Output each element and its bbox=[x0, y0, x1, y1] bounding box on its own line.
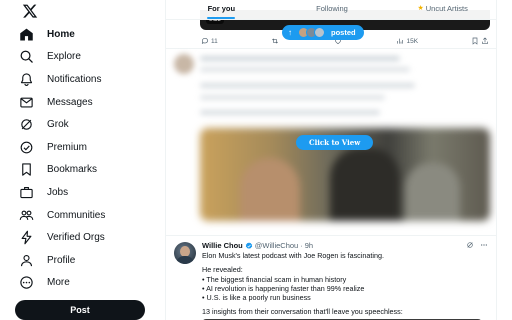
blurred-text bbox=[200, 95, 385, 100]
views-icon bbox=[397, 38, 404, 44]
tweet-line: He revealed: bbox=[202, 265, 243, 275]
post-button[interactable]: Post bbox=[15, 300, 145, 320]
timeline-tabs: For you Following ★ Uncut Artists bbox=[166, 0, 496, 20]
avatar bbox=[314, 27, 325, 38]
tab-for-you[interactable]: For you bbox=[166, 0, 277, 19]
tab-uncut-artists[interactable]: ★ Uncut Artists bbox=[387, 0, 496, 19]
reply-button[interactable]: 11 bbox=[201, 36, 218, 46]
bell-icon bbox=[18, 71, 34, 87]
tweet-header: Willie Chou @WillieChou · 9h bbox=[202, 241, 313, 250]
tweet-line: • AI revolution is happening faster than… bbox=[202, 283, 365, 293]
tweet-line: Elon Musk's latest podcast with Joe Roge… bbox=[202, 251, 384, 260]
avatar bbox=[174, 54, 194, 74]
views-count: 15K bbox=[406, 37, 419, 45]
nav-label: Premium bbox=[47, 141, 88, 153]
nav-explore[interactable]: Explore bbox=[18, 46, 105, 69]
blurred-text bbox=[200, 83, 415, 88]
author-handle[interactable]: @WillieChou bbox=[255, 241, 298, 250]
active-tab-indicator bbox=[207, 17, 236, 19]
divider bbox=[166, 48, 496, 49]
bookmark-icon bbox=[472, 37, 478, 45]
tweet-line: • U.S. is like a poorly run business bbox=[202, 293, 311, 303]
nav-label: Notifications bbox=[47, 73, 102, 85]
person-icon bbox=[18, 252, 34, 268]
author-name[interactable]: Willie Chou bbox=[202, 241, 243, 250]
avatar[interactable] bbox=[174, 242, 196, 264]
nav-jobs[interactable]: Jobs bbox=[18, 181, 105, 204]
nav-label: Jobs bbox=[47, 186, 69, 198]
grok-icon[interactable] bbox=[466, 241, 474, 249]
reply-count: 11 bbox=[211, 37, 218, 45]
posted-label: posted bbox=[331, 28, 356, 37]
nav-label: Verified Orgs bbox=[47, 232, 105, 244]
timeline[interactable]: For you Following ★ Uncut Artists 0:38 ↑… bbox=[165, 0, 497, 320]
views-button[interactable]: 15K bbox=[396, 36, 418, 46]
blurred-text bbox=[200, 110, 380, 115]
search-icon bbox=[18, 49, 34, 65]
home-icon bbox=[18, 26, 34, 42]
separator-dot: · bbox=[300, 241, 303, 250]
tweet-menu bbox=[460, 241, 488, 249]
nav-label: Communities bbox=[47, 209, 106, 221]
nav-home[interactable]: Home bbox=[18, 23, 105, 46]
nav-verified-orgs[interactable]: Verified Orgs bbox=[18, 226, 105, 249]
x-logo-icon[interactable] bbox=[22, 3, 38, 19]
blurred-text bbox=[200, 56, 400, 61]
nav-communities[interactable]: Communities bbox=[18, 204, 105, 227]
tab-label: For you bbox=[207, 4, 236, 13]
arrow-up-icon: ↑ bbox=[288, 28, 292, 37]
nav-messages[interactable]: Messages bbox=[18, 91, 105, 114]
tweet-text: Elon Musk's latest podcast with Joe Roge… bbox=[202, 251, 487, 317]
grok-icon bbox=[18, 117, 34, 133]
nav-notifications[interactable]: Notifications bbox=[18, 68, 105, 91]
envelope-icon bbox=[18, 94, 34, 110]
nav-premium[interactable]: Premium bbox=[18, 136, 105, 159]
nav-label: Profile bbox=[47, 254, 76, 266]
click-to-view-button[interactable]: Click to View bbox=[296, 135, 374, 150]
tab-following[interactable]: Following bbox=[277, 0, 388, 19]
nav-label: Grok bbox=[47, 119, 69, 131]
nav-label: Bookmarks bbox=[47, 164, 98, 176]
lightning-icon bbox=[18, 230, 34, 246]
new-posts-pill[interactable]: ↑ posted bbox=[282, 25, 364, 40]
tweet-line: • The biggest financial scam in human hi… bbox=[202, 274, 347, 284]
nav-profile[interactable]: Profile bbox=[18, 249, 105, 272]
bookmark-icon bbox=[18, 162, 34, 178]
verified-badge-icon bbox=[245, 242, 252, 249]
retweet-icon bbox=[271, 38, 278, 44]
share-buttons[interactable] bbox=[471, 36, 491, 46]
avatar-stack bbox=[298, 27, 325, 38]
left-sidebar: Home Explore Notifications Messages Grok bbox=[0, 0, 165, 320]
more-circle-icon bbox=[18, 275, 34, 291]
nav-label: Explore bbox=[47, 51, 81, 63]
premium-icon bbox=[18, 139, 34, 155]
nav-bookmarks[interactable]: Bookmarks bbox=[18, 159, 105, 182]
share-icon bbox=[482, 37, 488, 44]
nav-label: More bbox=[47, 277, 70, 289]
blurred-text bbox=[200, 67, 410, 72]
tab-label: Uncut Artists bbox=[425, 4, 468, 13]
reply-icon bbox=[201, 38, 208, 44]
star-icon: ★ bbox=[417, 5, 424, 12]
primary-nav: Home Explore Notifications Messages Grok bbox=[18, 23, 105, 294]
avatar-shirt bbox=[176, 256, 194, 264]
tweet-line: 13 insights from their conversation that… bbox=[202, 307, 403, 317]
nav-more[interactable]: More bbox=[18, 272, 105, 295]
more-icon[interactable] bbox=[480, 241, 488, 249]
communities-icon bbox=[18, 207, 34, 223]
nav-grok[interactable]: Grok bbox=[18, 113, 105, 136]
retweet-button[interactable] bbox=[271, 36, 281, 46]
divider bbox=[166, 235, 496, 236]
tab-label: Following bbox=[316, 4, 348, 13]
nav-label: Home bbox=[47, 28, 75, 40]
briefcase-icon bbox=[18, 184, 34, 200]
nav-label: Messages bbox=[47, 96, 93, 108]
tweet-time[interactable]: 9h bbox=[305, 241, 313, 250]
